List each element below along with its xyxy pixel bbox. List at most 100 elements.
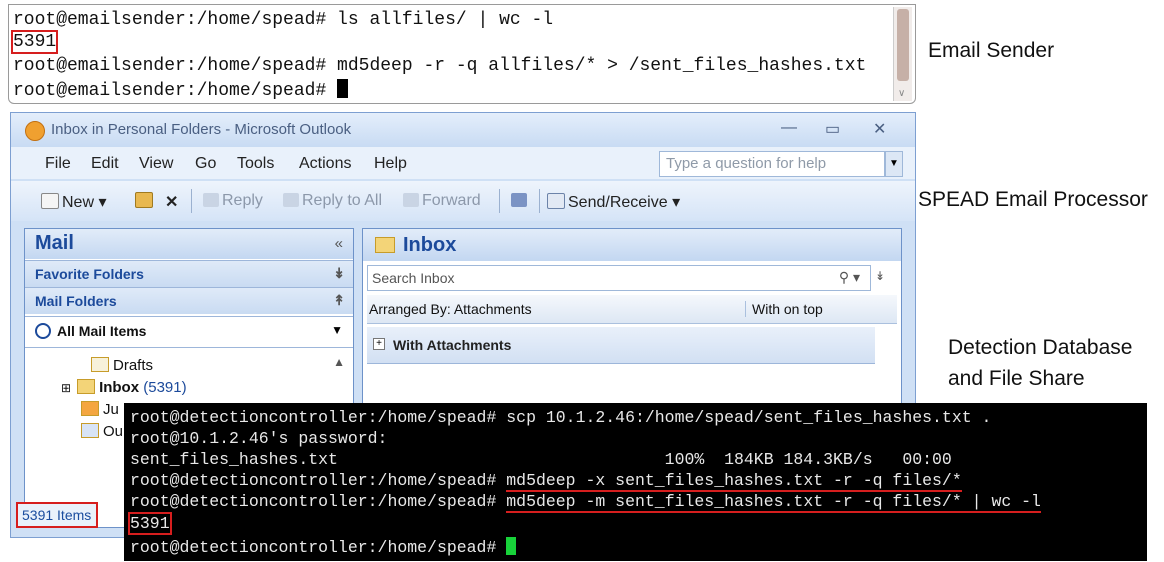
reply-all-button[interactable]: Reply to All [283, 192, 382, 210]
expand-icon[interactable]: ⊞ [61, 381, 71, 395]
inbox-title: Inbox [403, 234, 457, 256]
group-with-attachments[interactable]: + With Attachments [367, 327, 875, 364]
drafts-icon [91, 357, 109, 372]
help-search-input[interactable]: Type a question for help [659, 151, 885, 177]
terminal-line: root@emailsender:/home/spead# md5deep -r… [13, 56, 867, 76]
menu-edit[interactable]: Edit [91, 155, 119, 173]
inbox-icon [375, 237, 395, 253]
chevron-down-icon[interactable]: ▼ [331, 323, 343, 337]
sort-order-label[interactable]: With on top [745, 301, 823, 317]
minimize-icon[interactable]: — [781, 119, 797, 137]
search-icon[interactable]: ⚲ ▾ [839, 269, 860, 286]
inbox-header: Inbox [363, 229, 901, 261]
menu-help[interactable]: Help [374, 155, 407, 173]
detection-controller-terminal[interactable]: root@detectioncontroller:/home/spead# sc… [124, 403, 1147, 561]
reply-label: Reply [222, 192, 263, 209]
collapse-pane-icon[interactable]: « [335, 235, 343, 252]
toolbar: New ▾ ✕ Reply Reply to All Forward Send/… [11, 181, 915, 221]
terminal-line: root@detectioncontroller:/home/spead# sc… [130, 408, 992, 427]
reply-icon [203, 193, 219, 207]
mail-folders-header[interactable]: Mail Folders ↟ [25, 287, 353, 314]
delete-icon: ✕ [165, 194, 179, 211]
menu-file[interactable]: File [45, 155, 71, 173]
match-count-highlight: 5391 [128, 512, 172, 535]
folder-label: Inbox [99, 379, 140, 396]
chevron-down-icon[interactable]: ▼ [885, 151, 903, 177]
send-receive-label: Send/Receive [568, 194, 668, 211]
scroll-up-icon[interactable]: ▲ [333, 355, 345, 369]
arrange-by-bar[interactable]: Arranged By: Attachments With on top [367, 295, 897, 324]
unread-count: (5391) [143, 379, 187, 396]
all-mail-items-selector[interactable]: All Mail Items ▼ [25, 316, 353, 348]
menu-go[interactable]: Go [195, 155, 216, 173]
expand-icon[interactable]: + [373, 338, 385, 350]
chevron-double-down-icon[interactable]: ↡ [875, 269, 885, 283]
email-sender-terminal[interactable]: root@emailsender:/home/spead# ls allfile… [8, 4, 916, 104]
terminal-prompt: root@emailsender:/home/spead# [13, 79, 349, 102]
reply-all-icon [283, 193, 299, 207]
terminal-output: 5391 [128, 512, 172, 535]
new-label: New [62, 194, 95, 211]
folder-junk[interactable]: Ju [81, 401, 119, 418]
forward-button[interactable]: Forward [403, 192, 481, 210]
processor-label: SPEAD Email Processor [918, 188, 1148, 211]
window-title: Inbox in Personal Folders - Microsoft Ou… [51, 121, 352, 138]
reply-all-label: Reply to All [302, 192, 383, 209]
forward-label: Forward [422, 192, 481, 209]
delete-button[interactable]: ✕ [165, 192, 178, 212]
favorite-folders-header[interactable]: Favorite Folders ↡ [25, 260, 353, 287]
group-label: With Attachments [393, 337, 512, 353]
search-placeholder: Search Inbox [372, 270, 455, 286]
chevron-double-down-icon[interactable]: ↡ [333, 265, 345, 282]
folder-drafts[interactable]: Drafts [91, 357, 153, 374]
toolbar-separator [499, 189, 500, 213]
new-button[interactable]: New ▾ [41, 192, 107, 212]
prompt-text: root@emailsender:/home/spead# [13, 81, 338, 101]
close-icon[interactable]: ✕ [873, 119, 886, 139]
send-receive-icon [547, 193, 565, 209]
mail-heading: Mail [35, 232, 74, 254]
menu-tools[interactable]: Tools [237, 155, 274, 173]
chevron-double-up-icon[interactable]: ↟ [333, 292, 345, 309]
nav-header: Mail « [25, 229, 353, 259]
detection-label-line2: and File Share [948, 367, 1085, 390]
search-inbox-input[interactable]: Search Inbox ⚲ ▾ [367, 265, 871, 291]
email-sender-label: Email Sender [928, 39, 1055, 62]
prompt-text: root@detectioncontroller:/home/spead# [130, 538, 507, 557]
highlighted-command: md5deep -x sent_files_hashes.txt -r -q f… [506, 471, 962, 492]
address-book-icon [511, 193, 527, 207]
outlook-icon [25, 121, 45, 141]
title-bar[interactable]: Inbox in Personal Folders - Microsoft Ou… [11, 113, 915, 147]
toolbar-separator [539, 189, 540, 213]
terminal-line: root@detectioncontroller:/home/spead# md… [130, 491, 1041, 513]
file-count-highlight: 5391 [10, 30, 59, 54]
menu-bar: File Edit View Go Tools Actions Help Typ… [11, 147, 915, 179]
print-icon [135, 192, 153, 208]
folder-inbox[interactable]: ⊞ Inbox (5391) [61, 379, 187, 396]
menu-actions[interactable]: Actions [299, 155, 351, 173]
terminal-prompt: root@detectioncontroller:/home/spead# [130, 537, 517, 558]
status-item-count: 5391 Items [16, 502, 98, 528]
reply-button[interactable]: Reply [203, 192, 263, 210]
folder-label: Ou [103, 423, 124, 440]
maximize-icon[interactable]: ▭ [825, 119, 840, 139]
scrollbar-thumb[interactable] [897, 9, 909, 81]
print-button[interactable] [135, 192, 156, 211]
all-mail-items-label: All Mail Items [57, 323, 147, 339]
terminal-output: 5391 [10, 30, 59, 54]
scroll-down-icon[interactable]: ∨ [898, 88, 905, 99]
terminal-line: root@emailsender:/home/spead# ls allfile… [13, 10, 554, 30]
terminal-line: root@detectioncontroller:/home/spead# md… [130, 470, 962, 492]
search-folder-icon [35, 323, 51, 339]
forward-icon [403, 193, 419, 207]
send-receive-button[interactable]: Send/Receive ▾ [547, 192, 680, 212]
favorite-folders-label: Favorite Folders [35, 266, 144, 282]
folder-outbox[interactable]: Ou [81, 423, 123, 440]
folder-label: Drafts [113, 357, 154, 374]
address-book-button[interactable] [511, 192, 530, 210]
highlighted-command: md5deep -m sent_files_hashes.txt -r -q f… [506, 492, 1041, 513]
inbox-icon [77, 379, 96, 394]
terminal-scrollbar[interactable]: ∨ [893, 7, 912, 101]
new-mail-icon [41, 193, 59, 209]
menu-view[interactable]: View [139, 155, 173, 173]
